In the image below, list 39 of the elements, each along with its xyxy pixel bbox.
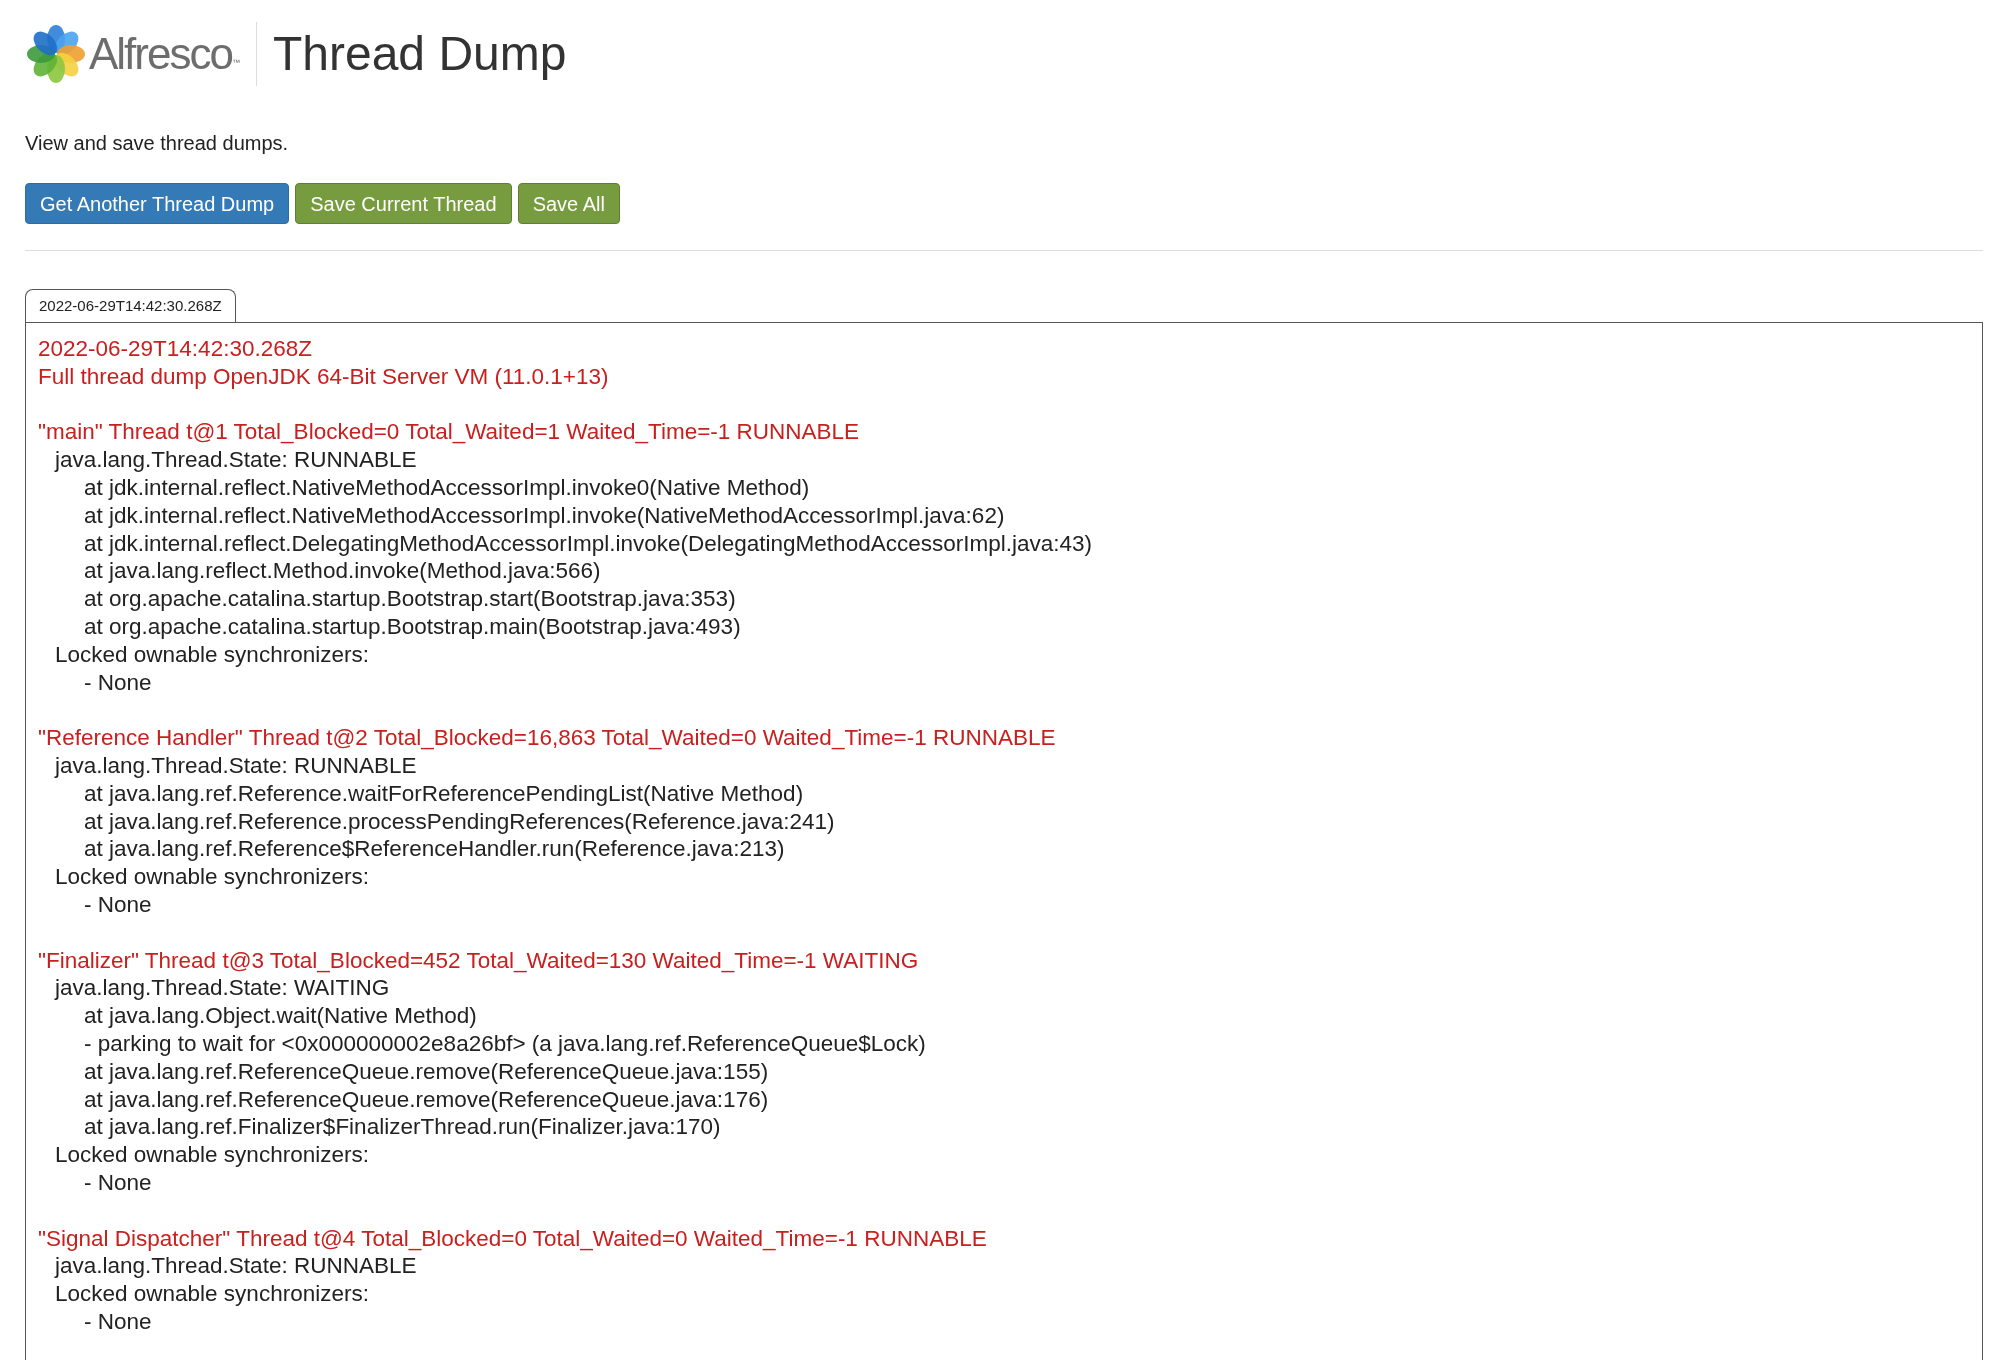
thread-header: "Reference Handler" Thread t@2 Total_Blocked=16,863 Total_Waited=0 Waited_Time=-1 RUNNABLE [38,724,1056,752]
stack-frame: at java.lang.reflect.Method.invoke(Method.java:566) [84,557,601,586]
stack-frame: at jdk.internal.reflect.NativeMethodAccessorImpl.invoke0(Native Method) [84,474,810,502]
stack-frame: at jdk.internal.reflect.DelegatingMethodAccessorImpl.invoke(DelegatingMethodAccessorImpl.java:43) [84,529,1092,558]
stack-frame: at java.lang.ref.Finalizer$FinalizerThread.run(Finalizer.java:170) [84,1113,721,1142]
dump-header-line: Full thread dump OpenJDK 64-Bit Server VM (11.0.1+13) [38,362,609,391]
synchronizer-item: - None [84,668,152,697]
synchronizers-label: Locked ownable synchronizers: [55,1280,369,1308]
action-button[interactable]: Save Current Thread [295,183,512,224]
synchronizer-item: - None [84,1307,152,1336]
thread-state: java.lang.Thread.State: RUNNABLE [53,751,417,780]
thread-header: "Finalizer" Thread t@3 Total_Blocked=452 Total_Waited=130 Waited_Time=-1 WAITING [38,946,919,975]
thread-state: java.lang.Thread.State: RUNNABLE [53,446,417,474]
stack-frame: at org.apache.catalina.startup.Bootstrap.main(Bootstrap.java:493) [84,612,741,641]
dump-tab[interactable]: 2022-06-29T14:42:30.268Z [25,289,236,323]
stack-frame: at java.lang.ref.Reference.processPendingReferences(Reference.java:241) [84,807,835,836]
thread-state: java.lang.Thread.State: RUNNABLE [53,1252,417,1281]
stack-frame: at java.lang.Object.wait(Native Method) [84,1002,477,1030]
stack-frame: - parking to wait for <0x000000002e8a26bf> (a java.lang.ref.ReferenceQueue$Lock) [84,1029,926,1058]
dump-header-line: 2022-06-29T14:42:30.268Z [38,335,312,363]
synchronizers-label: Locked ownable synchronizers: [55,640,369,669]
stack-frame: at java.lang.ref.Reference.waitForReferencePendingList(Native Method) [84,779,804,808]
thread-header: "Signal Dispatcher" Thread t@4 Total_Blocked=0 Total_Waited=0 Waited_Time=-1 RUNNABLE [38,1224,987,1253]
synchronizers-label: Locked ownable synchronizers: [55,863,369,891]
action-button[interactable]: Get Another Thread Dump [25,183,290,224]
page-title: Thread Dump [272,30,567,78]
thread-state: java.lang.Thread.State: WAITING [53,974,390,1003]
stack-frame: at java.lang.ref.ReferenceQueue.remove(ReferenceQueue.java:155) [84,1057,769,1086]
thread-header: "main" Thread t@1 Total_Blocked=0 Total_Waited=1 Waited_Time=-1 RUNNABLE [38,418,860,447]
synchronizer-item: - None [84,1168,152,1197]
synchronizers-label: Locked ownable synchronizers: [55,1141,369,1169]
synchronizer-item: - None [84,890,152,919]
stack-frame: at java.lang.ref.ReferenceQueue.remove(ReferenceQueue.java:176) [84,1085,769,1114]
stack-frame: at org.apache.catalina.startup.Bootstrap.start(Bootstrap.java:353) [84,585,736,613]
action-button[interactable]: Save All [517,183,620,224]
stack-frame: at java.lang.ref.Reference$ReferenceHandler.run(Reference.java:213) [84,835,785,864]
flower-logo-icon [25,23,87,85]
page-description: View and save thread dumps. [25,131,290,156]
stack-frame: at jdk.internal.reflect.NativeMethodAccessorImpl.invoke(NativeMethodAccessorImpl.java:62) [84,501,1005,530]
